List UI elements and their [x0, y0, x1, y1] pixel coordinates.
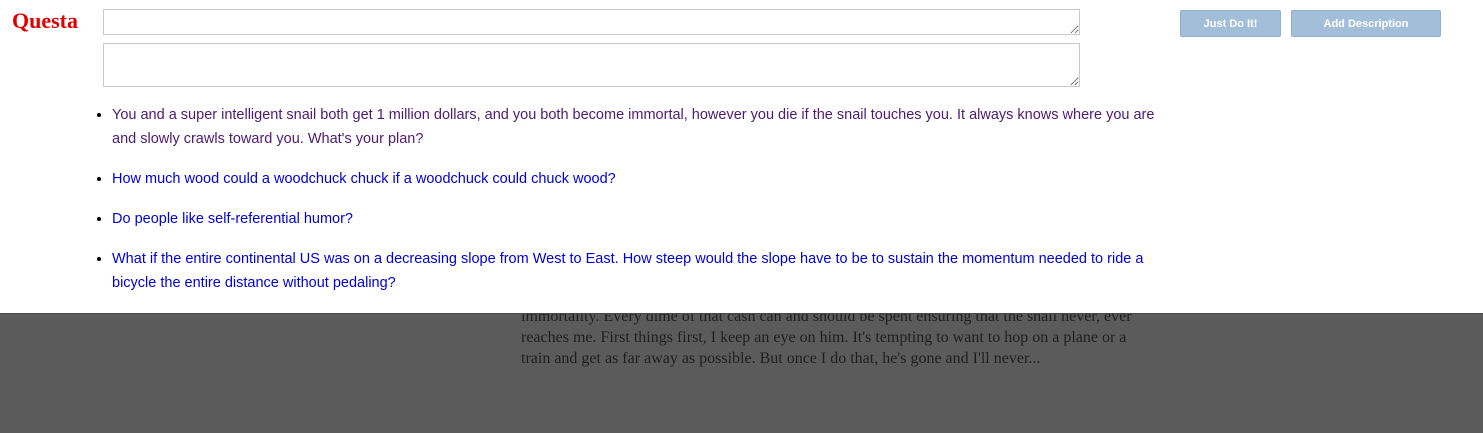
suggestion-link[interactable]: You and a super intelligent snail both g… [112, 107, 1154, 147]
suggestion-link[interactable]: How much wood could a woodchuck chuck if… [112, 171, 616, 187]
question-title-input[interactable] [103, 9, 1080, 35]
background-answer-excerpt: immortality. Every dime of that cash can… [521, 308, 1132, 367]
suggestion-item: Do people like self-referential humor? [112, 207, 1182, 231]
suggestion-item: What if the entire continental US was on… [112, 247, 1182, 295]
app-logo[interactable]: Questa [12, 8, 78, 34]
add-description-button[interactable]: Add Description [1291, 10, 1441, 37]
question-description-input[interactable] [103, 43, 1080, 87]
question-form-panel: Questa Just Do It! Add Description You a… [0, 0, 1483, 314]
suggestion-item: How much wood could a woodchuck chuck if… [112, 167, 1182, 191]
suggestion-item: You and a super intelligent snail both g… [112, 103, 1182, 151]
suggestion-list: You and a super intelligent snail both g… [70, 103, 1182, 311]
suggestion-link[interactable]: Do people like self-referential humor? [112, 211, 353, 227]
suggestion-link[interactable]: What if the entire continental US was on… [112, 251, 1143, 291]
just-do-it-button[interactable]: Just Do It! [1180, 10, 1281, 37]
